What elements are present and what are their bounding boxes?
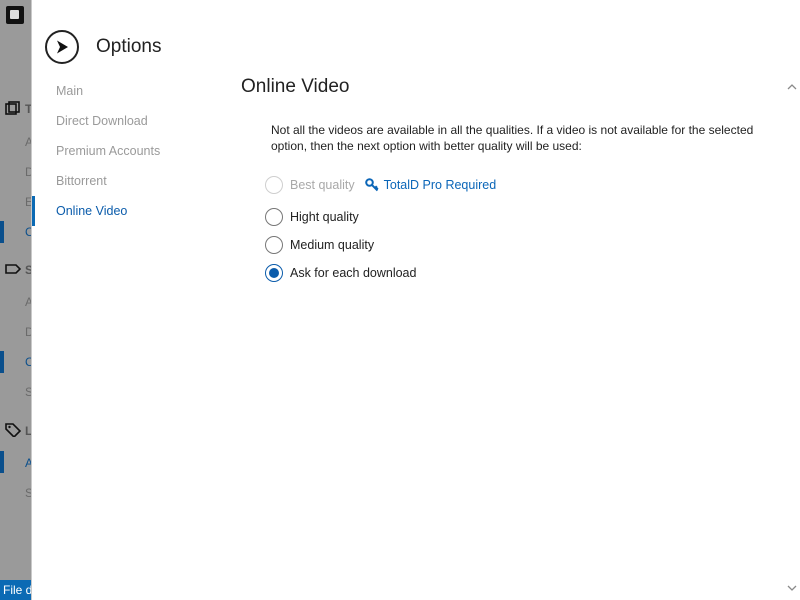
ask-each-download-label[interactable]: Ask for each download (290, 266, 416, 280)
ask-each-download-radio[interactable] (265, 264, 283, 282)
pro-required-link[interactable]: TotalD Pro Required (364, 178, 497, 192)
best-quality-label: Best quality (290, 178, 355, 192)
label-icon (5, 264, 21, 274)
app-logo-icon (6, 6, 24, 24)
option-medium-quality: Medium quality (265, 231, 781, 259)
nav-item-main[interactable]: Main (32, 76, 212, 106)
options-nav: Main Direct Download Premium Accounts Bi… (32, 76, 212, 226)
section-title: Online Video (241, 76, 350, 97)
bg-status-bar: File d (0, 580, 31, 600)
nav-item-direct-download[interactable]: Direct Download (32, 106, 212, 136)
pro-required-text: TotalD Pro Required (383, 178, 497, 192)
nav-item-premium-accounts[interactable]: Premium Accounts (32, 136, 212, 166)
option-hight-quality: Hight quality (265, 203, 781, 231)
back-button[interactable] (45, 30, 79, 64)
bg-active-marker (0, 451, 4, 473)
hight-quality-radio[interactable] (265, 208, 283, 226)
quality-description: Not all the videos are available in all … (271, 123, 754, 153)
tag-icon (5, 423, 21, 437)
copy-icon (5, 101, 20, 115)
bg-active-marker (0, 221, 4, 243)
bg-active-marker (0, 351, 4, 373)
background-app-strip: T A D E C S A D C S L A S File d (0, 0, 31, 600)
nav-item-online-video[interactable]: Online Video (32, 196, 212, 226)
hight-quality-label[interactable]: Hight quality (290, 210, 359, 224)
scroll-down-icon[interactable] (787, 584, 797, 592)
option-ask-each-download: Ask for each download (265, 259, 781, 287)
scroll-up-icon[interactable] (787, 83, 797, 91)
best-quality-radio (265, 176, 283, 194)
nav-item-bittorrent[interactable]: Bittorrent (32, 166, 212, 196)
key-icon (364, 178, 379, 192)
medium-quality-radio[interactable] (265, 236, 283, 254)
medium-quality-label[interactable]: Medium quality (290, 238, 374, 252)
settings-panel: Online Video Not all the videos are avai… (241, 76, 781, 287)
dialog-title: Options (96, 36, 162, 57)
chevron-right-icon (57, 40, 68, 54)
radio-selected-dot (269, 268, 279, 278)
options-dialog: Options Main Direct Download Premium Acc… (31, 0, 800, 600)
option-best-quality: Best quality TotalD Pro Required (265, 171, 781, 199)
